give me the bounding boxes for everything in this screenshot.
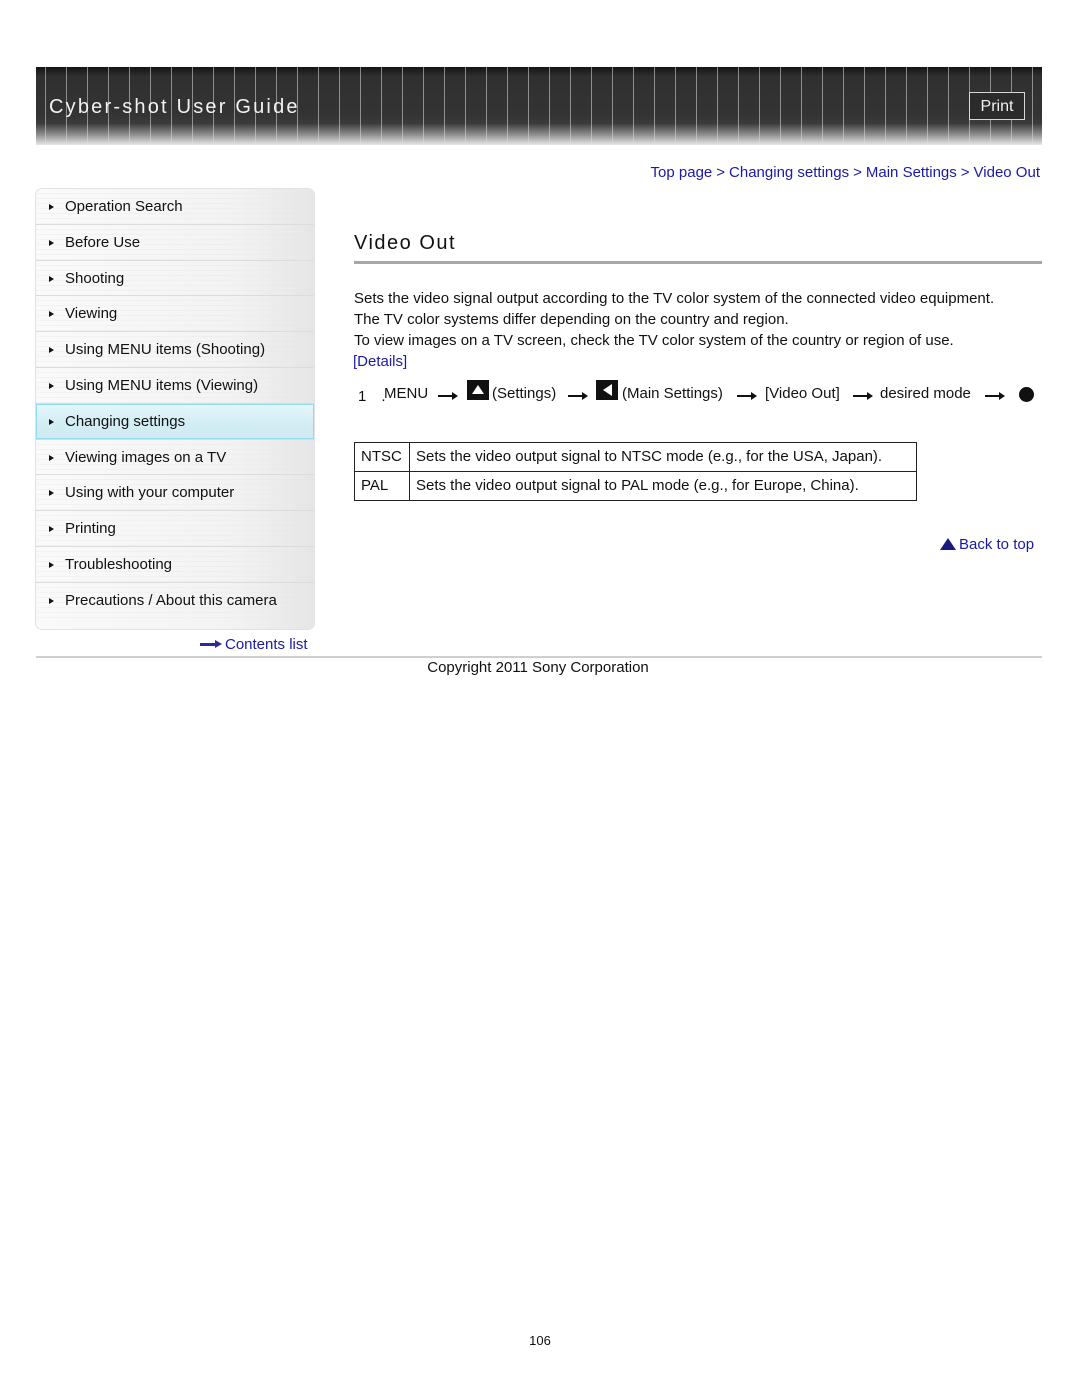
table-row: NTSC Sets the video output signal to NTS… (354, 442, 917, 472)
copyright-text: Copyright 2011 Sony Corporation (427, 659, 649, 676)
sidebar-item-printing[interactable]: Printing (36, 511, 314, 547)
description-paragraph: The TV color systems differ depending on… (354, 311, 789, 328)
breadcrumb-video-out[interactable]: Video Out (974, 164, 1040, 181)
sidebar-item-label: Using MENU items (Viewing) (65, 376, 259, 394)
breadcrumb-separator: > (853, 164, 862, 181)
sidebar-item-menu-shooting[interactable]: Using MENU items (Shooting) (36, 332, 314, 368)
mode-description: Sets the video output signal to PAL mode… (409, 471, 917, 501)
arrow-right-icon (853, 392, 873, 400)
step-menu: MENU (384, 385, 429, 402)
sidebar-item-troubleshooting[interactable]: Troubleshooting (36, 546, 314, 583)
arrow-right-icon (200, 640, 222, 650)
guide-title: Cyber-shot User Guide (49, 96, 300, 118)
details-link[interactable]: [Details] (353, 353, 407, 370)
breadcrumb-top-page[interactable]: Top page (651, 164, 713, 181)
back-to-top-label: Back to top (959, 536, 1035, 553)
sidebar-item-shooting[interactable]: Shooting (36, 260, 314, 297)
settings-up-icon (467, 380, 489, 400)
sidebar-item-before-use[interactable]: Before Use (36, 224, 314, 261)
triangle-right-icon (49, 418, 54, 425)
triangle-up-icon (940, 538, 956, 550)
triangle-right-icon (49, 311, 54, 318)
header-banner: Cyber-shot User Guide Print (36, 67, 1042, 145)
arrow-right-icon (438, 392, 458, 400)
mode-description: Sets the video output signal to NTSC mod… (409, 442, 917, 472)
sidebar-item-using-computer[interactable]: Using with your computer (36, 475, 314, 512)
back-to-top-link[interactable]: Back to top (940, 536, 1034, 553)
contents-list-link[interactable]: Contents list (200, 636, 308, 653)
breadcrumb-separator: > (716, 164, 726, 181)
triangle-right-icon (49, 204, 54, 210)
step-desired-mode: desired mode (880, 385, 971, 402)
triangle-right-icon (49, 597, 54, 604)
sidebar-item-precautions[interactable]: Precautions / About this camera (36, 582, 314, 619)
step-number: 1 . (358, 388, 386, 405)
sidebar-item-label: Using with your computer (65, 484, 235, 502)
arrow-right-icon (568, 392, 588, 400)
step-settings: (Settings) (492, 385, 557, 402)
main-settings-left-icon (596, 380, 618, 400)
step-video-out: [Video Out] (765, 385, 840, 402)
triangle-right-icon (49, 561, 54, 568)
sidebar-item-label: Operation Search (65, 198, 183, 215)
sidebar-item-label: Using MENU items (Shooting) (65, 341, 266, 359)
sidebar-item-operation-search[interactable]: Operation Search (36, 189, 314, 225)
sidebar-item-viewing-on-tv[interactable]: Viewing images on a TV (36, 439, 314, 476)
sidebar-item-changing-settings[interactable]: Changing settings (36, 403, 314, 440)
description-paragraph: To view images on a TV screen, check the… (354, 332, 954, 349)
arrow-right-icon (985, 392, 1005, 400)
page-number: 106 (529, 1333, 551, 1348)
triangle-right-icon (49, 275, 54, 282)
breadcrumb: Top page > Changing settings > Main Settings… (651, 164, 1040, 181)
print-button[interactable]: Print (969, 92, 1025, 120)
sidebar-nav: Operation Search Before Use Shooting Vie… (36, 189, 314, 629)
step-main-settings: (Main Settings) (622, 385, 723, 402)
sidebar-item-label: Shooting (65, 269, 125, 287)
triangle-right-icon (49, 347, 54, 354)
sidebar-item-viewing[interactable]: Viewing (36, 296, 314, 333)
footer-divider (36, 656, 1042, 658)
sidebar-item-label: Viewing (65, 305, 118, 323)
sidebar-item-label: Precautions / About this camera (65, 591, 277, 609)
triangle-right-icon (49, 490, 54, 497)
title-divider (354, 261, 1042, 264)
breadcrumb-main-settings[interactable]: Main Settings (866, 164, 957, 181)
mode-name: NTSC (354, 442, 410, 472)
sidebar-item-label: Viewing images on a TV (65, 448, 227, 466)
sidebar-item-label: Changing settings (65, 412, 186, 430)
center-button-icon (1019, 387, 1034, 402)
sidebar-item-menu-viewing[interactable]: Using MENU items (Viewing) (36, 367, 314, 404)
breadcrumb-changing-settings[interactable]: Changing settings (729, 164, 849, 181)
triangle-right-icon (49, 526, 54, 533)
sidebar-item-label: Printing (65, 520, 116, 538)
sidebar-item-label: Before Use (65, 233, 141, 251)
triangle-right-icon (49, 454, 54, 461)
modes-table: NTSC Sets the video output signal to NTS… (354, 442, 917, 501)
page-title: Video Out (354, 232, 457, 254)
description-paragraph: Sets the video signal output according t… (354, 290, 995, 307)
sidebar-item-label: Troubleshooting (65, 555, 173, 573)
triangle-right-icon (49, 382, 54, 389)
arrow-right-icon (737, 392, 757, 400)
triangle-right-icon (49, 239, 54, 246)
table-row: PAL Sets the video output signal to PAL … (354, 471, 917, 501)
breadcrumb-separator: > (960, 164, 970, 181)
mode-name: PAL (354, 471, 410, 501)
contents-list-label: Contents list (225, 636, 308, 653)
